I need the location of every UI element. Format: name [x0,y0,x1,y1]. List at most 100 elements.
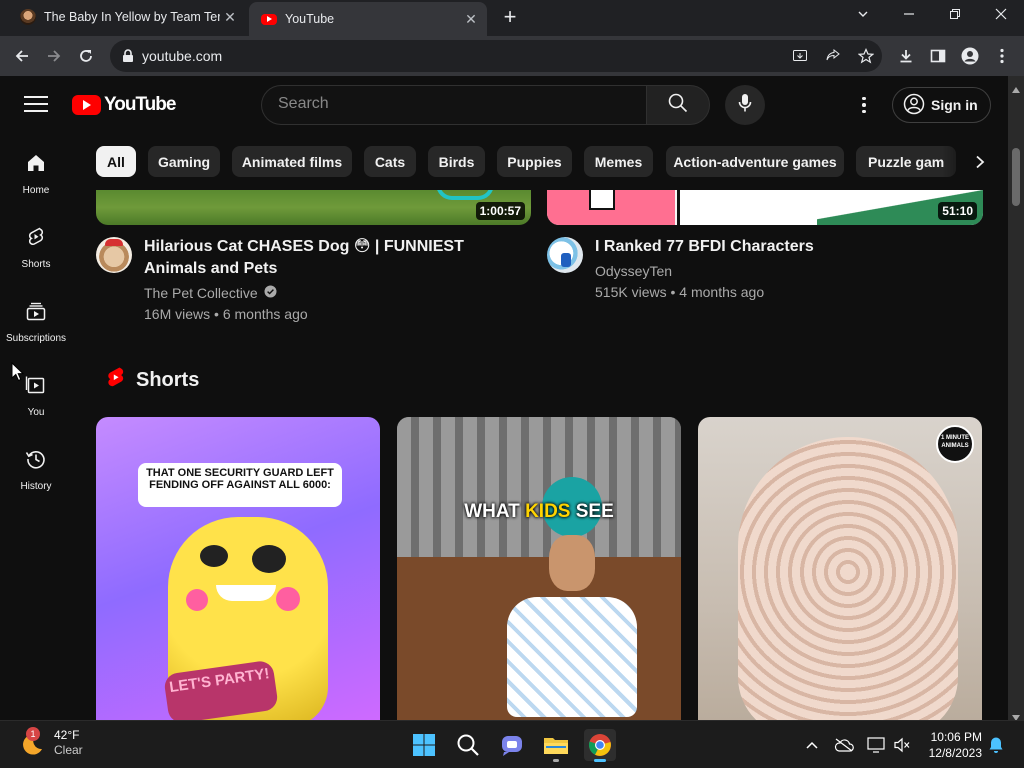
sidebar-item-shorts[interactable]: Shorts [0,208,72,272]
short-thumbnail-art [252,545,286,573]
chip-gaming[interactable]: Gaming [148,146,220,177]
short-card[interactable]: WHAT KIDS SEE [397,417,681,720]
notification-bell-icon[interactable] [986,735,1006,755]
hamburger-menu-icon[interactable] [24,96,48,114]
channel-name[interactable]: The Pet Collective [144,283,277,303]
history-icon [25,448,47,475]
search-button[interactable] [646,85,710,125]
onedrive-icon[interactable] [834,735,854,755]
weather-badge: 1 [26,727,40,741]
youtube-feed: 1:00:57 Hilarious Cat CHASES Dog 😳 | FUN… [72,190,1008,720]
browser-tab-youtube[interactable]: YouTube ✕ [249,2,487,36]
search-icon [668,93,688,118]
share-icon[interactable] [823,46,843,66]
chip-puzzle-games[interactable]: Puzzle gam [856,146,956,177]
thumbnail-art [436,190,494,200]
sidebar-item-label: Subscriptions [5,333,67,344]
search-input[interactable] [278,95,618,113]
video-title-text: Hilarious Cat CHASES Dog 😳 | FUNNIEST An… [144,238,464,277]
sidebar-item-home[interactable]: Home [0,134,72,198]
youtube-play-icon [72,95,101,115]
windows-start-icon[interactable] [408,729,440,761]
video-title[interactable]: I Ranked 77 BFDI Characters [595,236,975,258]
weather-temp: 42°F [54,728,80,742]
close-window-button[interactable] [978,0,1024,32]
video-stats: 515K views • 4 months ago [595,282,764,302]
restore-button[interactable] [932,0,978,32]
system-clock[interactable]: 10:06 PM 12/8/2023 [916,729,982,761]
home-icon [25,152,47,179]
new-tab-button[interactable]: + [498,6,522,30]
chevron-right-icon[interactable] [968,150,992,174]
chip-memes[interactable]: Memes [584,146,653,177]
channel-name[interactable]: OdysseyTen [595,261,672,281]
video-stats: 16M views • 6 months ago [144,304,308,324]
you-icon [25,374,47,401]
channel-avatar[interactable] [96,237,132,273]
profile-icon[interactable] [956,42,984,70]
close-icon[interactable]: ✕ [461,11,481,28]
volume-muted-icon[interactable] [892,735,912,755]
sidebar-item-label: Home [22,185,50,196]
short-card[interactable]: THAT ONE SECURITY GUARD LEFT FENDING OFF… [96,417,380,720]
side-panel-icon[interactable] [924,42,952,70]
video-title[interactable]: Hilarious Cat CHASES Dog 😳 | FUNNIEST An… [144,236,504,280]
browser-tab-baby-in-yellow[interactable]: The Baby In Yellow by Team Terri ✕ [8,0,246,34]
category-chips-bar: All Gaming Animated films Cats Birds Pup… [72,134,1008,190]
taskbar-search-icon[interactable] [452,729,484,761]
channel-avatar[interactable] [547,237,583,273]
bookmark-star-icon[interactable] [856,46,876,66]
browser-menu-icon[interactable] [988,42,1016,70]
download-icon[interactable] [892,42,920,70]
chip-puppies[interactable]: Puppies [497,146,572,177]
shorts-logo-icon [106,366,126,395]
sidebar-item-history[interactable]: History [0,430,72,494]
clock-time: 10:06 PM [930,730,982,744]
weather-widget[interactable]: 1 42°F Clear [18,727,83,758]
minimize-button[interactable] [886,0,932,32]
url-text: youtube.com [142,48,223,64]
chip-action-adventure-games[interactable]: Action-adventure games [666,146,844,177]
address-bar[interactable]: youtube.com [110,40,882,72]
network-icon[interactable] [866,735,886,755]
short-thumbnail-art [216,585,276,601]
meta-separator: • [666,284,680,300]
file-explorer-icon[interactable] [540,729,572,762]
sidebar-item-label: History [20,481,52,492]
install-app-icon[interactable] [790,46,810,66]
chip-cats[interactable]: Cats [364,146,416,177]
video-thumbnail[interactable]: 51:10 [547,190,983,225]
chip-animated-films[interactable]: Animated films [232,146,352,177]
settings-menu-icon[interactable] [852,93,876,117]
video-duration: 51:10 [938,202,977,220]
youtube-logo[interactable]: YouTube [72,94,176,116]
youtube-wordmark: YouTube [104,94,176,115]
chrome-icon[interactable] [584,729,616,762]
short-thumbnail-art [397,417,681,557]
youtube-favicon [261,13,277,25]
upload-age: 6 months ago [222,306,308,322]
windows-taskbar: 1 42°F Clear 10:06 PM 12/8/2023 [0,720,1024,768]
chip-all[interactable]: All [96,146,136,177]
close-icon[interactable]: ✕ [220,9,240,26]
thumbnail-art [677,190,827,225]
chip-birds[interactable]: Birds [428,146,485,177]
sign-in-button[interactable]: Sign in [892,87,991,123]
tray-overflow-chevron-icon[interactable] [802,735,822,755]
scroll-up-arrow-icon[interactable] [1012,80,1020,98]
reload-icon[interactable] [72,42,100,70]
back-arrow-icon[interactable] [8,42,36,70]
scrollbar-thumb[interactable] [1012,148,1020,206]
short-thumbnail-art [507,597,637,717]
tab-search-chevron-icon[interactable] [840,0,886,32]
teams-chat-icon[interactable] [496,729,528,761]
sidebar-item-subscriptions[interactable]: Subscriptions [0,282,72,346]
forward-arrow-icon[interactable] [40,42,68,70]
tab-favicon [20,9,36,25]
video-thumbnail[interactable]: 1:00:57 [96,190,531,225]
page-scrollbar[interactable] [1008,76,1024,721]
short-thumbnail-art [200,545,228,567]
short-card[interactable]: 1 MINUTE ANIMALS [698,417,982,720]
voice-search-button[interactable] [725,85,765,125]
channel-badge: 1 MINUTE ANIMALS [936,425,974,463]
